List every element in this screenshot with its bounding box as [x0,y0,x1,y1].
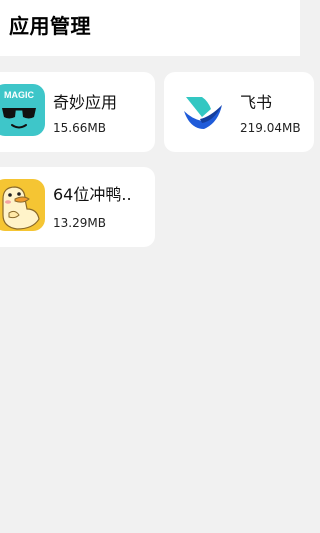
duck-icon [0,179,45,231]
magic-sunglasses-icon: MAGIC [0,84,45,136]
magic-icon-text: MAGIC [4,90,34,100]
app-size: 13.29MB [53,216,106,230]
app-name: 奇妙应用 [53,93,118,112]
app-name: 64位冲鸭.. [53,185,132,204]
app-card-feishu[interactable]: 飞书 219.04MB [164,72,314,152]
page-title: 应用管理 [9,14,91,38]
app-size: 219.04MB [240,121,301,135]
header-bar: 应用管理 [0,0,300,56]
app-card-chongya[interactable]: 64位冲鸭.. 13.29MB [0,167,155,247]
feishu-bird-icon [178,87,228,137]
app-name: 飞书 [240,93,273,112]
app-card-qimiao[interactable]: MAGIC 奇妙应用 15.66MB [0,72,155,152]
app-size: 15.66MB [53,121,106,135]
